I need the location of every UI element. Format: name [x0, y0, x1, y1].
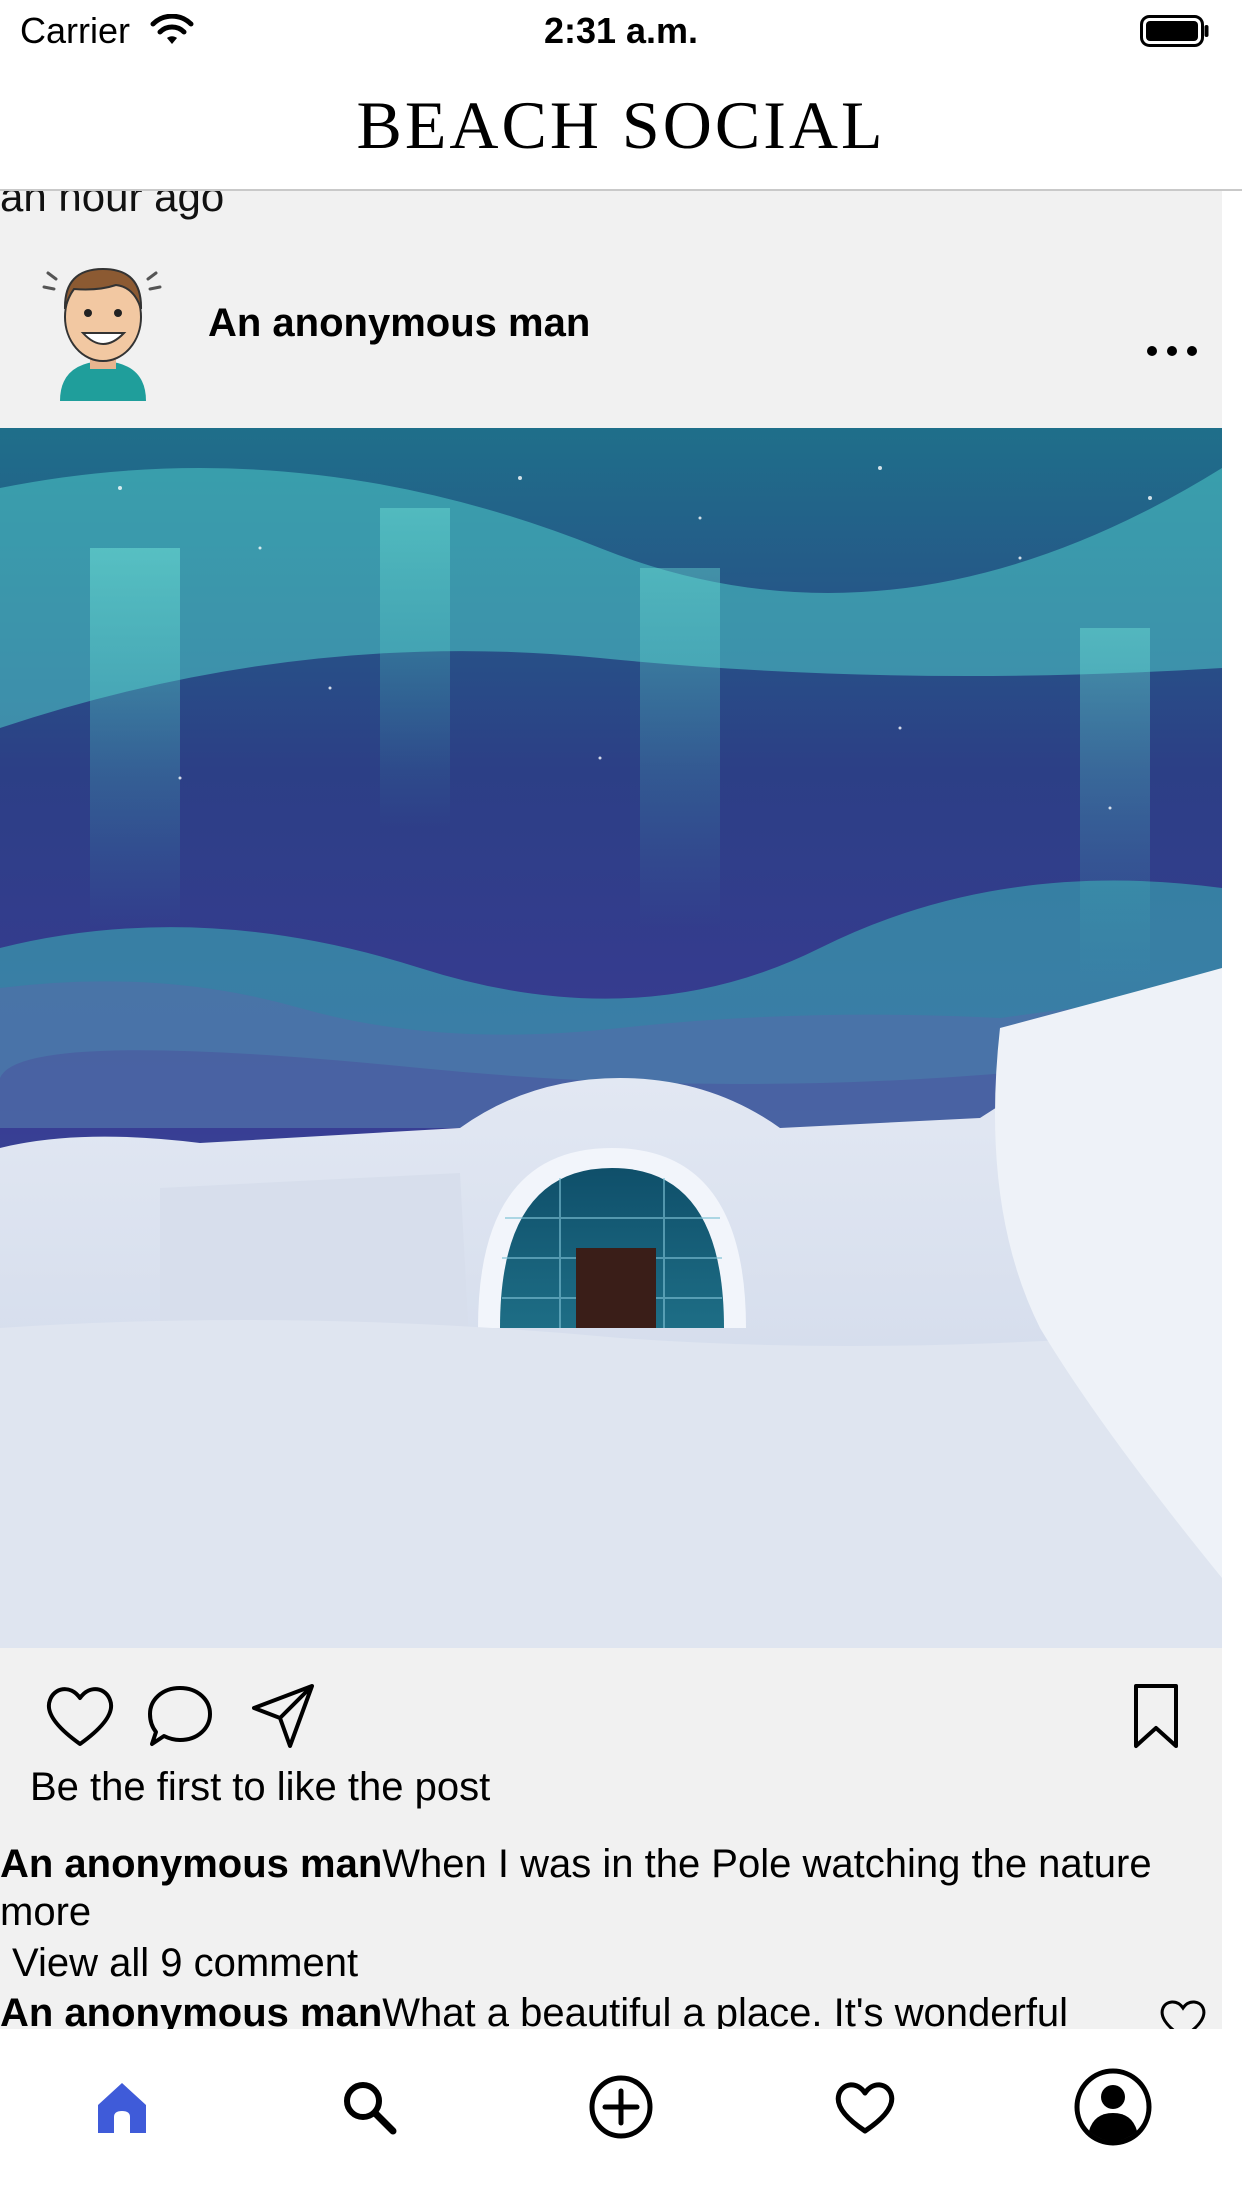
tab-bar [0, 2029, 1242, 2208]
comment-like-icon[interactable] [1158, 1997, 1208, 2029]
search-icon [344, 2082, 397, 2135]
comment-text: What a beautiful a place. It's wonderful [382, 1991, 1069, 2029]
view-all-comments-link[interactable]: View all 9 comment [12, 1941, 358, 1986]
profile-icon [1074, 2068, 1152, 2146]
comment-author[interactable]: An anonymous man [0, 1991, 382, 2029]
post-image[interactable] [0, 428, 1222, 1648]
status-bar: Carrier 2:31 a.m. [0, 0, 1242, 64]
home-icon [98, 2083, 146, 2133]
more-options-icon[interactable] [1142, 336, 1202, 366]
post-author-name[interactable]: An anonymous man [208, 301, 590, 346]
tab-profile[interactable] [1070, 2064, 1156, 2150]
heart-icon [835, 2082, 895, 2134]
likes-count-text: Be the first to like the post [30, 1765, 491, 1809]
tab-search[interactable] [326, 2064, 412, 2150]
post-timestamp: an hour ago [0, 191, 225, 220]
caption-more-link[interactable]: more [0, 1890, 91, 1935]
add-post-icon [589, 2075, 653, 2139]
comment-icon[interactable] [142, 1678, 218, 1754]
caption-author[interactable]: An anonymous man [0, 1842, 382, 1886]
battery-icon [1140, 15, 1209, 47]
tab-activity[interactable] [822, 2064, 908, 2150]
app-title: BEACH SOCIAL [356, 87, 886, 163]
post-caption: An anonymous manWhen I was in the Pole w… [0, 1839, 1222, 1889]
feed[interactable]: an hour ago An anonymous man Be the firs… [0, 191, 1222, 2029]
tab-add-post[interactable] [578, 2064, 664, 2150]
post-header [0, 231, 1222, 431]
app-header: BEACH SOCIAL [0, 64, 1242, 191]
bookmark-icon[interactable] [1118, 1678, 1194, 1754]
avatar[interactable] [38, 251, 168, 401]
like-icon[interactable] [42, 1678, 118, 1754]
comment-row: An anonymous manWhat a beautiful a place… [0, 1991, 1160, 2029]
tab-home[interactable] [79, 2064, 165, 2150]
clock: 2:31 a.m. [543, 10, 699, 51]
caption-text: When I was in the Pole watching the natu… [382, 1842, 1152, 1886]
share-icon[interactable] [246, 1678, 322, 1754]
